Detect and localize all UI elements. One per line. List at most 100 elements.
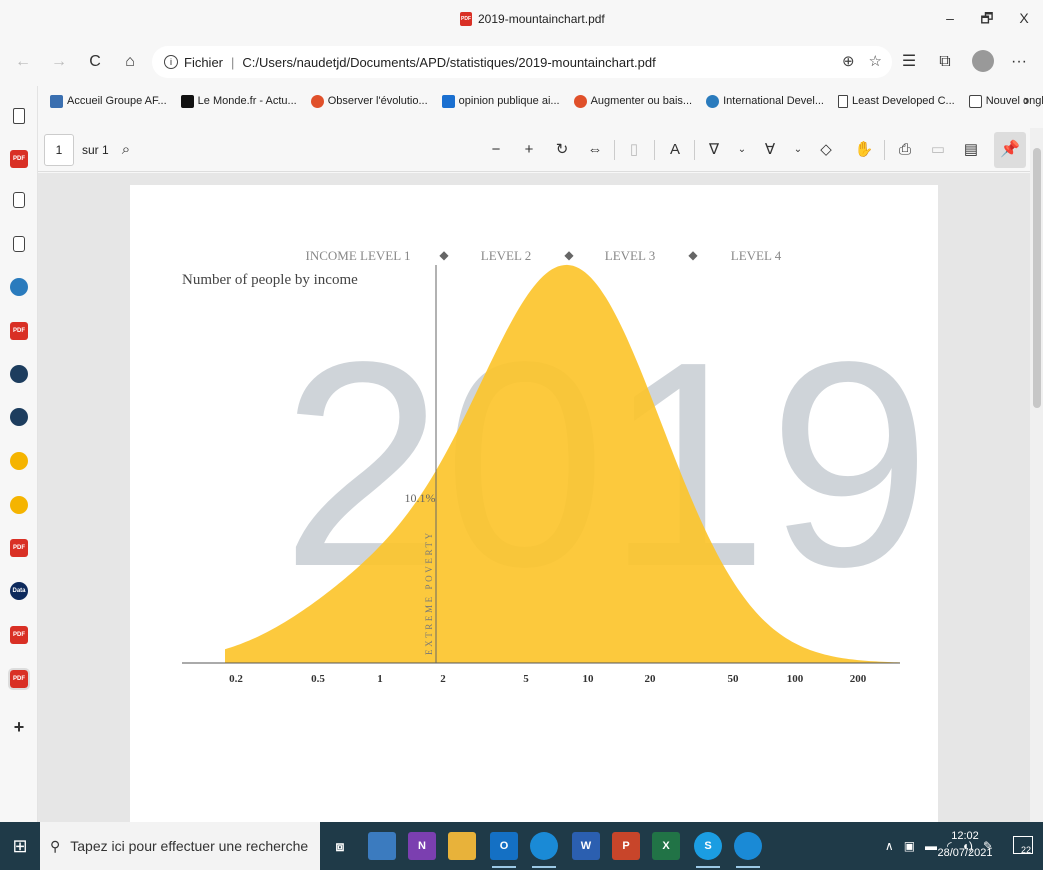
draw-icon[interactable]: ∇ xyxy=(702,138,726,162)
tab-site-icon[interactable] xyxy=(10,408,28,426)
tray-app-icon[interactable]: ▣ xyxy=(904,839,915,853)
tick-label: 5 xyxy=(523,673,529,685)
search-icon[interactable]: ⌕ xyxy=(114,138,138,162)
tab-pdf-icon[interactable]: PDF xyxy=(10,626,28,644)
favorite-icon xyxy=(573,94,587,108)
tab-site-icon[interactable] xyxy=(10,365,28,383)
chevron-right-icon[interactable]: › xyxy=(1024,92,1029,110)
toolbar-divider xyxy=(654,140,655,160)
level-label-3: LEVEL 3 xyxy=(605,248,655,263)
tab-site-icon[interactable] xyxy=(10,452,28,470)
tab-pdf-icon[interactable]: PDF xyxy=(10,322,28,340)
excel-icon[interactable]: X xyxy=(652,832,680,860)
scrollbar-thumb[interactable] xyxy=(1033,148,1041,408)
task-view-icon[interactable]: ⧈ xyxy=(326,832,354,860)
pin-toolbar-icon[interactable]: 📌 xyxy=(994,132,1026,168)
tab-pdf-icon[interactable]: PDF xyxy=(10,150,28,168)
pdf-viewport[interactable]: 2019 Number of people by income INCOME L… xyxy=(38,173,1030,822)
file-explorer-icon[interactable] xyxy=(448,832,476,860)
tab-pdf-icon[interactable]: PDF xyxy=(10,539,28,557)
tab-globe-icon[interactable] xyxy=(10,278,28,296)
window-title-text: 2019-mountainchart.pdf xyxy=(478,12,605,26)
powerpoint-icon[interactable]: P xyxy=(612,832,640,860)
tick-label: 10 xyxy=(583,673,595,685)
notification-icon[interactable]: 22 xyxy=(1013,836,1033,855)
more-button[interactable]: ··· xyxy=(1006,50,1032,74)
print-icon[interactable]: ⎙ xyxy=(893,138,917,162)
onenote-icon[interactable]: N xyxy=(408,832,436,860)
page-view-icon[interactable]: ▯ xyxy=(622,138,646,162)
touch-icon[interactable]: ✋ xyxy=(852,138,876,162)
save-icon[interactable]: ▭ xyxy=(926,138,950,162)
read-aloud-icon[interactable]: A xyxy=(663,138,687,162)
restore-button[interactable]: 🗗 xyxy=(972,8,1002,28)
minimize-button[interactable]: – xyxy=(935,8,965,28)
app-icon[interactable] xyxy=(368,832,396,860)
clock[interactable]: 12:02 28/07/2021 xyxy=(935,828,995,862)
zoom-in-icon[interactable]: + xyxy=(517,138,541,162)
forward-button[interactable]: → xyxy=(46,50,72,74)
tab-actions-icon[interactable] xyxy=(13,108,25,124)
tab-data-icon[interactable]: Data xyxy=(10,582,28,600)
info-icon[interactable]: i xyxy=(164,55,178,69)
chevron-up-icon[interactable]: ∧ xyxy=(885,839,894,853)
notification-count: 22 xyxy=(1020,845,1031,855)
taskbar-search-placeholder: Tapez ici pour effectuer une recherche xyxy=(70,838,309,854)
favorite-item[interactable]: Accueil Groupe AF... xyxy=(50,94,167,108)
vertical-scrollbar[interactable] xyxy=(1030,128,1043,822)
rotate-icon[interactable]: ↻ xyxy=(550,138,574,162)
level-divider-diamond: ◆ xyxy=(688,248,698,262)
favorites-icon[interactable]: ☰ xyxy=(896,50,922,74)
favorite-icon xyxy=(180,94,194,108)
word-icon[interactable]: W xyxy=(572,832,600,860)
close-button[interactable]: X xyxy=(1009,8,1039,28)
page-number-input[interactable]: 1 xyxy=(44,134,74,166)
level-divider-diamond: ◆ xyxy=(564,248,574,262)
favorite-icon xyxy=(706,94,720,108)
back-button[interactable]: ← xyxy=(10,50,36,74)
tab-site-icon[interactable] xyxy=(10,496,28,514)
zoom-out-icon[interactable]: − xyxy=(484,138,508,162)
windows-start-icon[interactable]: ⊞ xyxy=(0,822,40,870)
save-as-icon[interactable]: ▤ xyxy=(959,138,983,162)
search-icon: ⚲ xyxy=(50,837,61,854)
add-favorite-icon[interactable]: ☆ xyxy=(869,52,882,70)
outlook-icon[interactable]: O xyxy=(490,832,518,868)
new-tab-icon[interactable]: + xyxy=(10,718,28,736)
pdf-toolbar: 1 sur 1 ⌕ − + ↻ ⇔ ▯ A ∇ ⌄ ∀ ⌄ ◇ ✋ ⎙ ▭ ▤ … xyxy=(38,128,1043,172)
zoom-icon[interactable]: ⊕ xyxy=(842,52,855,70)
chevron-down-icon[interactable]: ⌄ xyxy=(786,138,810,162)
address-url[interactable]: C:/Users/naudetjd/Documents/APD/statisti… xyxy=(242,55,655,70)
favorite-item[interactable]: Le Monde.fr - Actu... xyxy=(180,94,297,108)
favorite-item[interactable]: Least Developed C... xyxy=(837,94,955,108)
favorite-item[interactable]: International Devel... xyxy=(706,94,824,108)
tick-label: 0.5 xyxy=(311,673,325,685)
avatar[interactable] xyxy=(972,50,994,72)
favorite-item[interactable]: Observer l'évolutio... xyxy=(310,94,428,108)
tick-label: 20 xyxy=(645,673,657,685)
skype-icon[interactable]: S xyxy=(694,832,722,868)
chevron-down-icon[interactable]: ⌄ xyxy=(730,138,754,162)
tab-pdf-active-icon[interactable]: PDF xyxy=(8,668,30,690)
home-button[interactable]: ⌂ xyxy=(117,50,143,74)
refresh-button[interactable]: C xyxy=(82,50,108,74)
tick-label: 0.2 xyxy=(229,673,243,685)
edge-icon[interactable] xyxy=(734,832,762,868)
level-label-2: LEVEL 2 xyxy=(481,248,531,263)
collections-icon[interactable]: ⧉ xyxy=(932,50,958,74)
tick-label: 200 xyxy=(850,673,867,685)
edge-icon[interactable] xyxy=(530,832,558,868)
favorite-icon xyxy=(441,94,455,108)
favorite-item[interactable]: Augmenter ou bais... xyxy=(573,94,692,108)
favorite-item[interactable]: Nouvel onglet xyxy=(968,94,1043,108)
address-bar[interactable]: i Fichier | C:/Users/naudetjd/Documents/… xyxy=(152,46,892,78)
favorite-item[interactable]: opinion publique ai... xyxy=(441,94,560,108)
tab-document-icon[interactable] xyxy=(13,192,25,208)
taskbar-search[interactable]: ⚲ Tapez ici pour effectuer une recherche xyxy=(40,822,320,870)
fit-page-icon[interactable]: ⇔ xyxy=(583,138,607,162)
document-icon xyxy=(837,94,848,108)
highlight-icon[interactable]: ∀ xyxy=(758,138,782,162)
tab-document-icon[interactable] xyxy=(13,236,25,252)
window-title: PDF 2019-mountainchart.pdf xyxy=(460,12,605,26)
eraser-icon[interactable]: ◇ xyxy=(814,138,838,162)
